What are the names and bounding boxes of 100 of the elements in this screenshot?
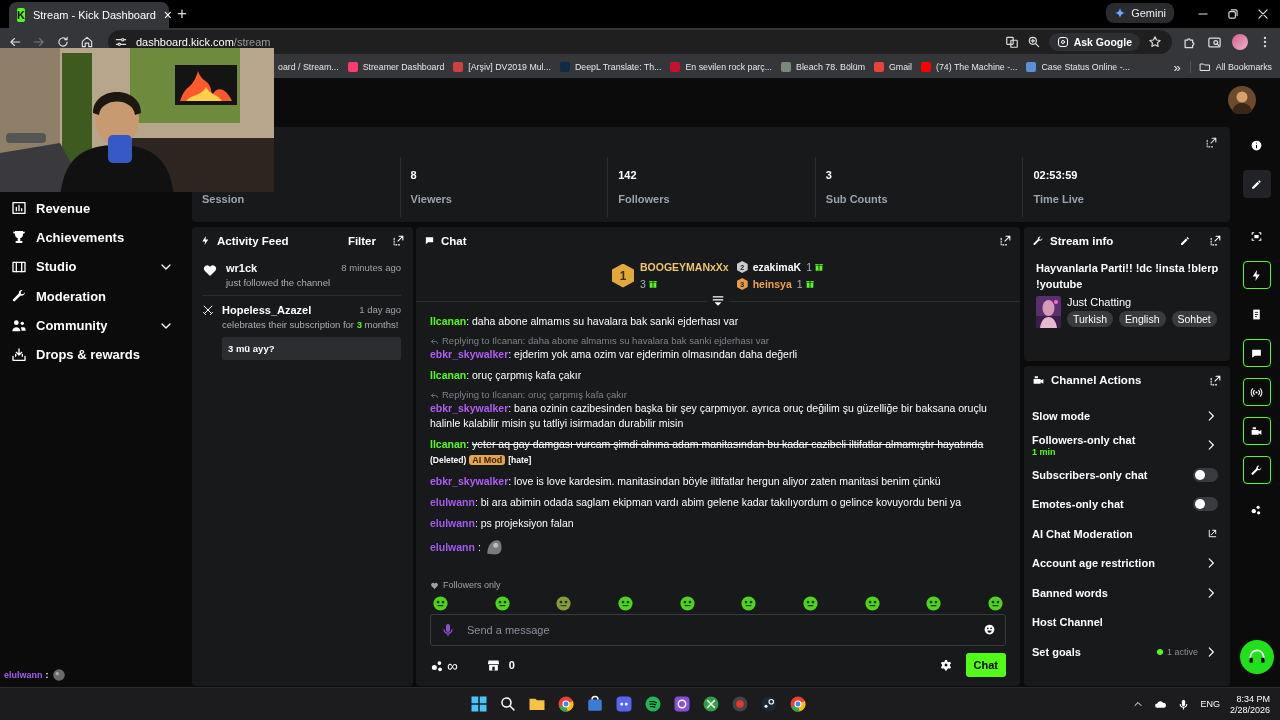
gemini-button[interactable]: Gemini: [1106, 3, 1174, 23]
profile-avatar[interactable]: [1232, 34, 1248, 50]
bookmark[interactable]: En sevilen rock parç...: [670, 62, 772, 72]
emoji-icon[interactable]: [983, 623, 996, 636]
nav-item[interactable]: Studio: [0, 252, 190, 281]
support-button[interactable]: [1239, 640, 1274, 674]
nav-item[interactable]: Moderation: [0, 282, 190, 311]
expand-icon[interactable]: [999, 234, 1012, 247]
app-icon[interactable]: [673, 695, 691, 713]
bookmark-star-icon[interactable]: [1148, 35, 1162, 49]
action-label[interactable]: Account age restriction: [1032, 557, 1198, 570]
start-icon[interactable]: [470, 695, 488, 713]
chat-username[interactable]: elulwann: [430, 496, 475, 508]
bookmark[interactable]: (74) The Machine -...: [920, 62, 1018, 72]
edit-icon[interactable]: [1179, 234, 1191, 247]
toggle-switch[interactable]: [1193, 497, 1218, 512]
emote-icon[interactable]: [863, 595, 881, 612]
expand-icon[interactable]: [1209, 373, 1222, 387]
rail-button[interactable]: [1242, 378, 1271, 406]
tag[interactable]: English: [1119, 311, 1166, 327]
chat-message: ebkr_skywalker: love is love kardesim. manitasindan böyle iltifatlar hergun aliyor zaten manitasi benim çünkü: [430, 474, 942, 489]
nav-item[interactable]: Revenue: [0, 194, 190, 222]
side-panel-icon[interactable]: [1207, 34, 1222, 50]
chat-send-button[interactable]: Chat: [965, 653, 1006, 677]
bookmark[interactable]: oard / Stream...: [278, 62, 339, 72]
nav-item[interactable]: Drops & rewards: [0, 340, 190, 369]
nav-item[interactable]: Achievements: [0, 223, 190, 252]
settings-icon[interactable]: [939, 659, 952, 671]
tag[interactable]: Turkish: [1067, 311, 1114, 327]
expand-icon[interactable]: [392, 234, 405, 247]
back-icon[interactable]: [8, 35, 22, 49]
filter-button[interactable]: Filter: [347, 234, 376, 247]
chat-message: ebkr_skywalker: ejderim yok ama ozim var ejderimin olmasından daha değerli: [430, 347, 799, 362]
action-label[interactable]: Followers-only chat: [1032, 433, 1198, 446]
emote-icon[interactable]: [432, 595, 449, 612]
rail-button[interactable]: [1242, 417, 1271, 445]
rail-button[interactable]: [1242, 456, 1271, 484]
action-label[interactable]: Set goals: [1032, 645, 1151, 658]
spotify-icon[interactable]: [644, 695, 662, 713]
bookmark[interactable]: DeepL Translate: Th...: [559, 62, 662, 72]
bookmark[interactable]: Streamer Dashboard: [347, 62, 445, 72]
search-icon[interactable]: [499, 695, 517, 713]
forward-icon[interactable]: [32, 35, 46, 49]
expand-icon[interactable]: [1209, 234, 1222, 247]
external-link-icon[interactable]: [1207, 528, 1218, 540]
collapse-icon[interactable]: [711, 294, 725, 308]
emote-icon[interactable]: [801, 595, 819, 612]
action-label[interactable]: Banned words: [1032, 586, 1198, 599]
chrome-icon[interactable]: [789, 695, 807, 713]
emote-icon[interactable]: [678, 595, 696, 612]
zoom-icon[interactable]: [1026, 35, 1041, 49]
home-icon[interactable]: [80, 35, 94, 49]
site-settings-icon[interactable]: [114, 35, 128, 49]
bookmark[interactable]: Case Status Online -...: [1026, 62, 1130, 72]
address-bar[interactable]: dashboard.kick.com/stream Ask Google: [108, 30, 1172, 54]
xbox-icon[interactable]: [702, 695, 720, 713]
browser-tab[interactable]: K Stream - Kick Dashboard ×: [9, 2, 169, 28]
emote-icon[interactable]: [493, 595, 511, 612]
language-indicator[interactable]: ENG: [1200, 699, 1220, 709]
ask-google-button[interactable]: Ask Google: [1048, 33, 1140, 51]
reload-icon[interactable]: [56, 35, 70, 49]
bookmark[interactable]: [Arşiv] DV2019 Mul...: [453, 62, 551, 72]
category-name[interactable]: Just Chatting: [1067, 296, 1217, 308]
chat-username[interactable]: elulwann: [430, 517, 475, 529]
bookmark[interactable]: Gmail: [873, 62, 912, 72]
action-label[interactable]: Subscribers-only chat: [1032, 468, 1187, 481]
action-label[interactable]: AI Chat Moderation: [1032, 527, 1201, 540]
steam-icon[interactable]: [760, 695, 778, 713]
emote-icon[interactable]: [925, 595, 943, 612]
toggle-switch[interactable]: [1193, 467, 1218, 482]
user-avatar[interactable]: [1228, 85, 1256, 114]
chat-message: elulwann: ps projeksiyon falan: [430, 516, 575, 531]
all-bookmarks-button[interactable]: All Bookmarks: [1189, 61, 1280, 73]
tag[interactable]: Sohbet: [1171, 311, 1217, 327]
rail-button[interactable]: [1242, 170, 1271, 198]
emote-icon[interactable]: [986, 595, 1004, 612]
emote-icon: [51, 668, 66, 682]
rail-button[interactable]: [1242, 261, 1271, 289]
action-label[interactable]: Host Channel: [1032, 616, 1218, 629]
emote-icon[interactable]: [616, 595, 634, 612]
chat-username[interactable]: elulwann: [430, 539, 475, 555]
more-bookmarks-button[interactable]: »: [1173, 59, 1181, 75]
emote-icon[interactable]: [740, 595, 758, 612]
action-label[interactable]: Emotes-only chat: [1032, 498, 1187, 511]
expand-icon[interactable]: [1205, 136, 1218, 149]
stat-value: 142: [618, 169, 637, 181]
nav-item[interactable]: Community: [0, 311, 190, 340]
bookmark[interactable]: Bleach 78. Bölüm: [781, 62, 865, 72]
chrome-icon[interactable]: [557, 695, 575, 713]
close-icon[interactable]: [1256, 7, 1270, 21]
restore-icon[interactable]: [1226, 7, 1240, 21]
discord-icon[interactable]: [615, 695, 633, 713]
clock[interactable]: 8:34 PM 2/28/2026: [1229, 693, 1270, 715]
store-icon[interactable]: [586, 695, 604, 713]
message-input[interactable]: Send a message: [430, 614, 1006, 646]
action-label[interactable]: Slow mode: [1032, 409, 1198, 422]
emote-icon[interactable]: [555, 595, 573, 612]
new-tab-button[interactable]: +: [177, 4, 187, 24]
translate-icon[interactable]: [1004, 35, 1019, 49]
rail-button[interactable]: [1242, 339, 1271, 367]
